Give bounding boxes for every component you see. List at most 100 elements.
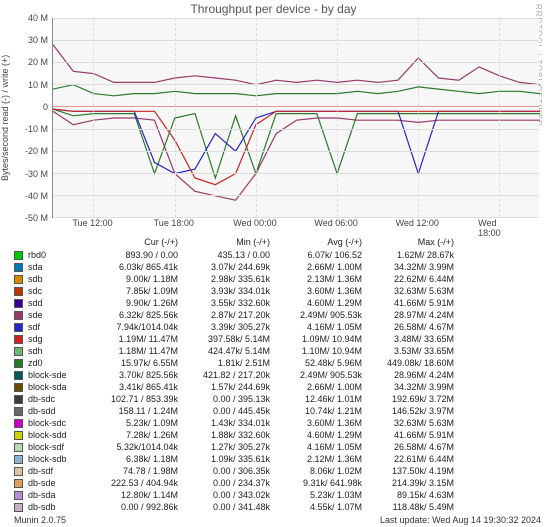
- munin-version: Munin 2.0.75: [14, 515, 66, 525]
- cur-value: 7.94k/1014.04k: [90, 321, 182, 333]
- legend-table: Cur (-/+) Min (-/+) Avg (-/+) Max (-/+) …: [14, 236, 547, 513]
- min-value: 1.88k/ 332.60k: [182, 429, 274, 441]
- min-value: 1.09k/ 335.61k: [182, 453, 274, 465]
- legend-headers: Cur (-/+) Min (-/+) Avg (-/+) Max (-/+): [14, 236, 547, 248]
- legend-row: block-sda3.41k/ 865.41k1.57k/ 244.69k2.6…: [14, 381, 547, 393]
- plot-area: [52, 18, 539, 218]
- legend-row: db-sde222.53 / 404.94k0.00 / 234.37k9.31…: [14, 477, 547, 489]
- avg-value: 2.66M/ 1.00M: [274, 261, 366, 273]
- max-value: 3.48M/ 33.65M: [366, 333, 458, 345]
- min-value: 0.00 / 445.45k: [182, 405, 274, 417]
- swatch-icon: [14, 335, 23, 344]
- series-block-sde_read: [53, 109, 540, 178]
- min-value: 2.98k/ 335.61k: [182, 273, 274, 285]
- avg-value: 2.12M/ 1.36M: [274, 453, 366, 465]
- swatch-icon: [14, 479, 23, 488]
- x-tick: Tue 12:00: [72, 218, 112, 228]
- swatch-icon: [14, 311, 23, 320]
- device-name: block-sdf: [28, 441, 90, 453]
- min-value: 421.82 / 217.20k: [182, 369, 274, 381]
- y-tick: 40 M: [12, 13, 48, 23]
- legend-row: db-sdd158.11 / 1.24M0.00 / 445.45k10.74k…: [14, 405, 547, 417]
- avg-value: 5.23k/ 1.03M: [274, 489, 366, 501]
- legend-row: sdd9.90k/ 1.26M3.55k/ 332.60k4.60M/ 1.29…: [14, 297, 547, 309]
- swatch-icon: [14, 407, 23, 416]
- x-tick: Tue 18:00: [154, 218, 194, 228]
- cur-value: 1.18M/ 11.47M: [90, 345, 182, 357]
- avg-value: 4.16M/ 1.05M: [274, 441, 366, 453]
- x-tick: Wed 12:00: [396, 218, 439, 228]
- swatch-icon: [14, 455, 23, 464]
- cur-value: 74.78 / 1.98M: [90, 465, 182, 477]
- swatch-icon: [14, 299, 23, 308]
- min-value: 3.93k/ 334.01k: [182, 285, 274, 297]
- cur-value: 102.71 / 853.39k: [90, 393, 182, 405]
- min-value: 1.27k/ 305.27k: [182, 441, 274, 453]
- series-sde_write: [53, 45, 540, 85]
- max-value: 28.96M/ 4.24M: [366, 369, 458, 381]
- swatch-icon: [14, 371, 23, 380]
- avg-value: 3.60M/ 1.36M: [274, 417, 366, 429]
- legend-row: db-sda12.80k/ 1.14M0.00 / 343.02k5.23k/ …: [14, 489, 547, 501]
- cur-value: 6.03k/ 865.41k: [90, 261, 182, 273]
- avg-value: 3.60M/ 1.36M: [274, 285, 366, 297]
- legend-row: block-sdb6.38k/ 1.18M1.09k/ 335.61k2.12M…: [14, 453, 547, 465]
- legend-row: block-sdd7.28k/ 1.26M1.88k/ 332.60k4.60M…: [14, 429, 547, 441]
- max-value: 146.52k/ 3.97M: [366, 405, 458, 417]
- min-value: 424.47k/ 5.14M: [182, 345, 274, 357]
- avg-value: 4.55k/ 1.07M: [274, 501, 366, 513]
- legend-row: block-sdc5.23k/ 1.09M1.43k/ 334.01k3.60M…: [14, 417, 547, 429]
- cur-value: 15.97k/ 6.55M: [90, 357, 182, 369]
- swatch-icon: [14, 323, 23, 332]
- device-name: db-sde: [28, 477, 90, 489]
- max-value: 28.97M/ 4.24M: [366, 309, 458, 321]
- legend-row: zd015.97k/ 6.55M1.81k/ 2.51M52.48k/ 5.96…: [14, 357, 547, 369]
- avg-value: 4.60M/ 1.29M: [274, 429, 366, 441]
- swatch-icon: [14, 275, 23, 284]
- legend-row: sdb9.00k/ 1.18M2.98k/ 335.61k2.13M/ 1.36…: [14, 273, 547, 285]
- footer: Munin 2.0.75 Last update: Wed Aug 14 19:…: [14, 515, 547, 525]
- swatch-icon: [14, 263, 23, 272]
- y-ticks: 40 M30 M20 M10 M0-10 M-20 M-30 M-40 M-50…: [14, 18, 50, 218]
- swatch-icon: [14, 359, 23, 368]
- max-value: 26.58M/ 4.67M: [366, 321, 458, 333]
- cur-value: 3.70k/ 825.56k: [90, 369, 182, 381]
- max-value: 22.62M/ 6.44M: [366, 273, 458, 285]
- swatch-icon: [14, 431, 23, 440]
- legend-row: db-sdb0.00 / 992.86k0.00 / 341.48k4.55k/…: [14, 501, 547, 513]
- cur-value: 3.41k/ 865.41k: [90, 381, 182, 393]
- legend-row: sdg1.19M/ 11.47M397.58k/ 5.14M1.09M/ 10.…: [14, 333, 547, 345]
- cur-value: 5.23k/ 1.09M: [90, 417, 182, 429]
- max-value: 32.63M/ 5.63M: [366, 285, 458, 297]
- avg-value: 1.10M/ 10.94M: [274, 345, 366, 357]
- min-value: 1.43k/ 334.01k: [182, 417, 274, 429]
- max-value: 192.69k/ 3.72M: [366, 393, 458, 405]
- legend-row: sdc7.85k/ 1.09M3.93k/ 334.01k3.60M/ 1.36…: [14, 285, 547, 297]
- cur-value: 1.19M/ 11.47M: [90, 333, 182, 345]
- max-value: 137.50k/ 4.19M: [366, 465, 458, 477]
- device-name: db-sdf: [28, 465, 90, 477]
- swatch-icon: [14, 419, 23, 428]
- legend-row: block-sdf5.32k/1014.04k1.27k/ 305.27k4.1…: [14, 441, 547, 453]
- cur-value: 6.32k/ 825.56k: [90, 309, 182, 321]
- min-value: 0.00 / 306.35k: [182, 465, 274, 477]
- swatch-icon: [14, 251, 23, 260]
- legend-row: db-sdc102.71 / 853.39k0.00 / 395.13k12.4…: [14, 393, 547, 405]
- legend-row: rbd0893.90 / 0.00435.13 / 0.006.07k/ 106…: [14, 249, 547, 261]
- avg-value: 4.60M/ 1.29M: [274, 297, 366, 309]
- min-value: 0.00 / 395.13k: [182, 393, 274, 405]
- min-value: 3.55k/ 332.60k: [182, 297, 274, 309]
- max-value: 1.62M/ 28.67k: [366, 249, 458, 261]
- cur-value: 893.90 / 0.00: [90, 249, 182, 261]
- min-value: 0.00 / 341.48k: [182, 501, 274, 513]
- swatch-icon: [14, 287, 23, 296]
- device-name: sda: [28, 261, 90, 273]
- swatch-icon: [14, 467, 23, 476]
- legend-row: sdf7.94k/1014.04k3.39k/ 305.27k4.16M/ 1.…: [14, 321, 547, 333]
- series-sdf_read: [53, 109, 540, 174]
- device-name: sdb: [28, 273, 90, 285]
- avg-value: 52.48k/ 5.96M: [274, 357, 366, 369]
- header-cur: Cur (-/+): [90, 236, 182, 248]
- device-name: zd0: [28, 357, 90, 369]
- max-value: 34.32M/ 3.99M: [366, 381, 458, 393]
